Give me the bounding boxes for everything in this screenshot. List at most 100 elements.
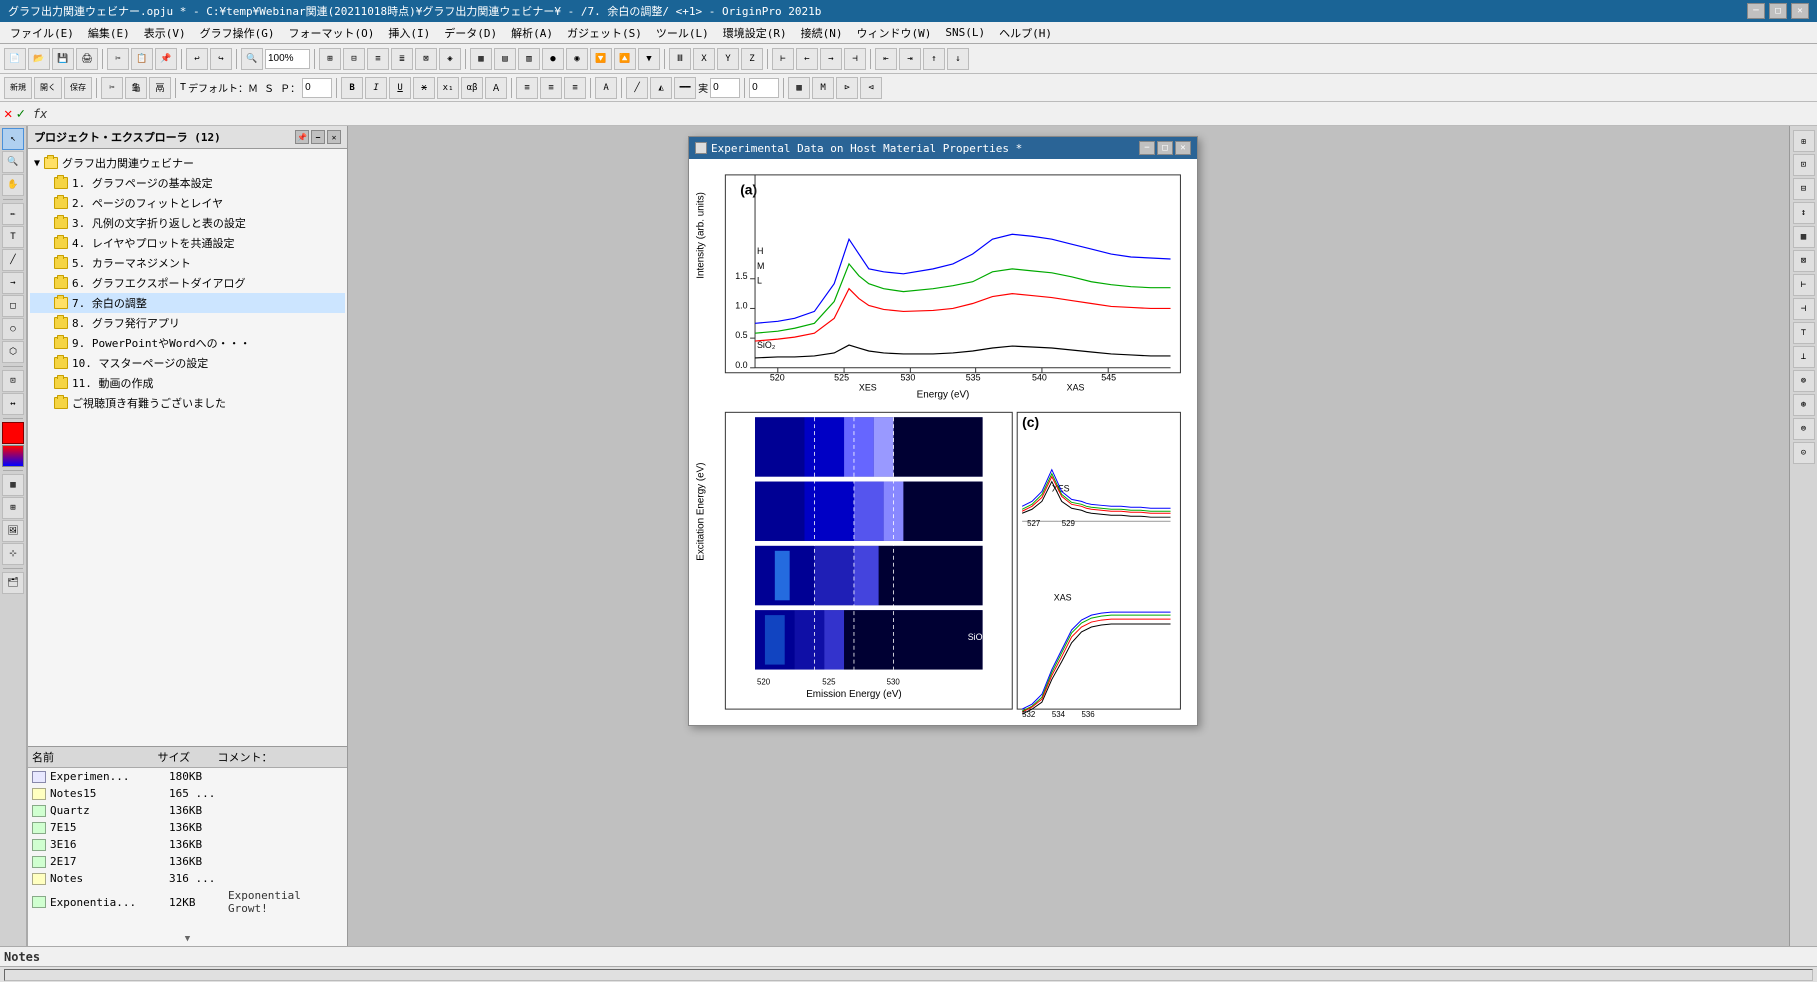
btn-g[interactable]: ▦ — [470, 48, 492, 70]
file-row-1[interactable]: Notes15 165 ... — [28, 785, 347, 802]
fontsize-btn[interactable]: Ａ — [485, 77, 507, 99]
copy-btn[interactable]: 📋 — [131, 48, 153, 70]
right-btn-11[interactable]: ⊚ — [1793, 370, 1815, 392]
explorer-min-btn[interactable]: − — [311, 130, 325, 144]
file-row-7[interactable]: Exponentia... 12KB Exponential Growt! — [28, 887, 347, 917]
redo-btn[interactable]: ↪ — [210, 48, 232, 70]
menu-analysis[interactable]: 解析(A) — [505, 23, 559, 43]
right-btn-2[interactable]: ⊡ — [1793, 154, 1815, 176]
lv-color1-btn[interactable] — [2, 422, 24, 444]
open-btn[interactable]: 📂 — [28, 48, 50, 70]
text-new-btn[interactable]: 新規 — [4, 77, 32, 99]
btn-n[interactable]: ▼ — [638, 48, 660, 70]
right-btn-10[interactable]: ⊥ — [1793, 346, 1815, 368]
save-btn[interactable]: 💾 — [52, 48, 74, 70]
btn-s[interactable]: ⊢ — [772, 48, 794, 70]
graph-close-btn[interactable]: ✕ — [1175, 141, 1191, 155]
btn-o[interactable]: Ⅲ — [669, 48, 691, 70]
zoom-in-btn[interactable]: 🔍 — [241, 48, 263, 70]
btn-p[interactable]: X — [693, 48, 715, 70]
subscript-btn[interactable]: x₁ — [437, 77, 459, 99]
tree-item-5[interactable]: 6. グラフエクスポートダイアログ — [30, 273, 345, 293]
paste-btn[interactable]: 📌 — [155, 48, 177, 70]
menu-graph[interactable]: グラフ操作(G) — [194, 23, 281, 43]
align-left-btn[interactable]: ≡ — [516, 77, 538, 99]
arrow2-btn[interactable]: ⊲ — [860, 77, 882, 99]
line-style-btn[interactable]: ━━ — [674, 77, 696, 99]
lv-text-btn[interactable]: T — [2, 226, 24, 248]
menu-sns[interactable]: SNS(L) — [939, 24, 991, 41]
zoom-input[interactable] — [265, 49, 310, 69]
menu-settings[interactable]: 環境設定(R) — [717, 23, 793, 43]
tree-item-6[interactable]: 7. 余白の調整 — [30, 293, 345, 313]
print-btn[interactable]: 🖨 — [76, 48, 98, 70]
menu-gadget[interactable]: ガジェット(S) — [561, 23, 648, 43]
btn-y[interactable]: ↑ — [923, 48, 945, 70]
lv-table-btn[interactable]: ⊞ — [2, 497, 24, 519]
file-row-5[interactable]: 2E17 136KB — [28, 853, 347, 870]
text-copy-btn[interactable]: ⿔ — [125, 77, 147, 99]
lv-new-win-btn[interactable]: ⊹ — [2, 543, 24, 565]
right-btn-5[interactable]: ▦ — [1793, 226, 1815, 248]
text-cut-btn[interactable]: ✂ — [101, 77, 123, 99]
arrow-btn[interactable]: ⊳ — [836, 77, 858, 99]
maximize-button[interactable]: □ — [1769, 3, 1787, 19]
right-btn-12[interactable]: ⊛ — [1793, 394, 1815, 416]
superscript-btn[interactable]: αβ — [461, 77, 483, 99]
menu-data[interactable]: データ(D) — [438, 23, 503, 43]
lv-color2-btn[interactable] — [2, 445, 24, 467]
tree-item-9[interactable]: 10. マスターページの設定 — [30, 353, 345, 373]
right-btn-9[interactable]: ⊤ — [1793, 322, 1815, 344]
align-right-btn[interactable]: ≡ — [564, 77, 586, 99]
menu-connect[interactable]: 接続(N) — [795, 23, 849, 43]
tree-item-11[interactable]: ご視聴頂き有難うございました — [30, 393, 345, 413]
btn-k[interactable]: ◉ — [566, 48, 588, 70]
btn-z[interactable]: ↓ — [947, 48, 969, 70]
btn-b[interactable]: ⊟ — [343, 48, 365, 70]
right-btn-14[interactable]: ⊝ — [1793, 442, 1815, 464]
line-color-btn[interactable]: ╱ — [626, 77, 648, 99]
lv-circle-btn[interactable]: ○ — [2, 318, 24, 340]
btn-h[interactable]: ▤ — [494, 48, 516, 70]
menu-insert[interactable]: 挿入(I) — [382, 23, 436, 43]
file-row-0[interactable]: Experimen... 180KB — [28, 768, 347, 785]
other-input[interactable] — [749, 78, 779, 98]
tree-item-4[interactable]: 5. カラーマネジメント — [30, 253, 345, 273]
menu-format[interactable]: フォーマット(O) — [283, 23, 381, 43]
cut-btn[interactable]: ✂ — [107, 48, 129, 70]
bold-btn[interactable]: B — [341, 77, 363, 99]
btn-a[interactable]: ⊞ — [319, 48, 341, 70]
minimize-button[interactable]: ─ — [1747, 3, 1765, 19]
btn-v[interactable]: ⊣ — [844, 48, 866, 70]
fill-color-btn[interactable]: ◭ — [650, 77, 672, 99]
btn-q[interactable]: Y — [717, 48, 739, 70]
right-btn-3[interactable]: ⊟ — [1793, 178, 1815, 200]
lv-rect-btn[interactable]: □ — [2, 295, 24, 317]
scrollbar-area[interactable] — [0, 966, 1817, 982]
btn-e[interactable]: ⊠ — [415, 48, 437, 70]
pattern-btn[interactable]: ▦ — [788, 77, 810, 99]
file-row-4[interactable]: 3E16 136KB — [28, 836, 347, 853]
tree-item-8[interactable]: 9. PowerPointやWordへの・・・ — [30, 333, 345, 353]
menu-edit[interactable]: 編集(E) — [82, 23, 136, 43]
italic-btn[interactable]: I — [365, 77, 387, 99]
lv-draw-btn[interactable]: ✏ — [2, 203, 24, 225]
lv-explorer-btn[interactable]: 🗂 — [2, 572, 24, 594]
btn-x[interactable]: ⇥ — [899, 48, 921, 70]
btn-m[interactable]: 🔼 — [614, 48, 636, 70]
menu-view[interactable]: 表示(V) — [138, 23, 192, 43]
line-width-input[interactable] — [710, 78, 740, 98]
lv-line-btn[interactable]: ╱ — [2, 249, 24, 271]
lv-poly-btn[interactable]: ⬡ — [2, 341, 24, 363]
lv-arrow-btn[interactable]: → — [2, 272, 24, 294]
btn-f[interactable]: ◈ — [439, 48, 461, 70]
lv-grid-btn[interactable]: ▦ — [2, 474, 24, 496]
right-btn-8[interactable]: ⊣ — [1793, 298, 1815, 320]
right-btn-4[interactable]: ↕ — [1793, 202, 1815, 224]
menu-tools[interactable]: ツール(L) — [650, 23, 715, 43]
lv-region-btn[interactable]: ⊡ — [2, 370, 24, 392]
text-save2-btn[interactable]: 保存 — [64, 77, 92, 99]
tree-item-10[interactable]: 11. 動画の作成 — [30, 373, 345, 393]
right-btn-13[interactable]: ⊜ — [1793, 418, 1815, 440]
btn-u[interactable]: → — [820, 48, 842, 70]
